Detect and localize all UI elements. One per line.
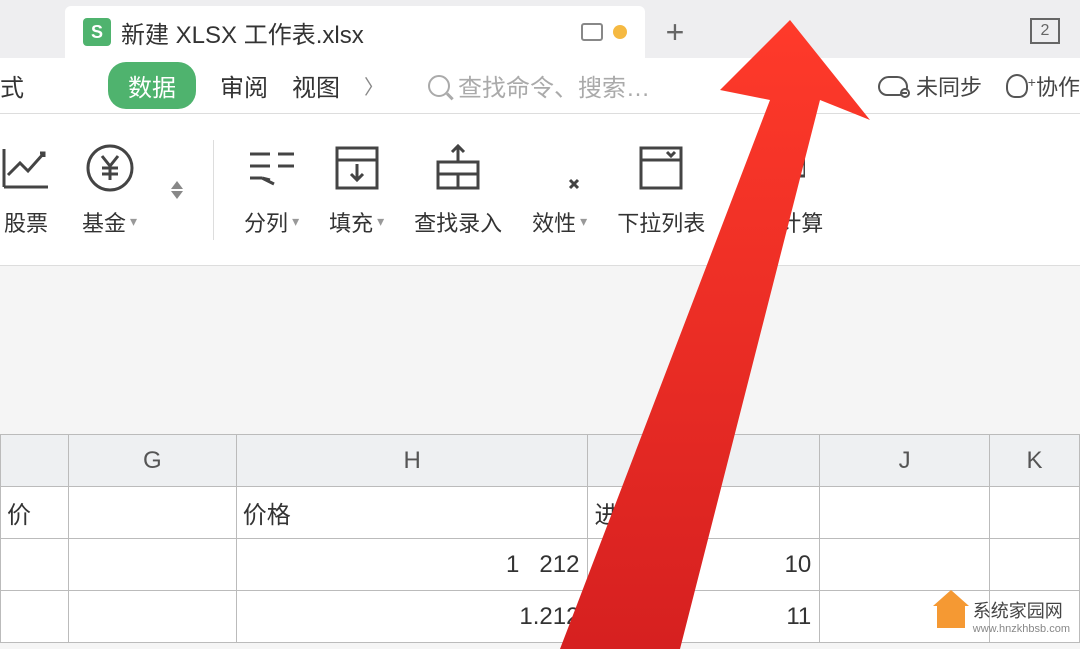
col-header-k[interactable]: K — [990, 435, 1080, 487]
tab-formula[interactable]: 式 — [0, 68, 24, 103]
fund-button[interactable]: 基金▾ — [82, 142, 137, 238]
dropdown-list-button[interactable]: 下拉列表 — [617, 142, 705, 238]
cell[interactable]: 1.212 — [236, 591, 588, 643]
cell[interactable] — [820, 539, 990, 591]
search-placeholder: 查找命令、搜索… — [458, 68, 650, 103]
collaborate-button[interactable]: + 协作 — [1006, 70, 1080, 102]
tab-view[interactable]: 视图 — [292, 68, 340, 103]
spreadsheet-grid[interactable]: G H I J K 价 价格 进货价 1 212 10 1.212 11 — [0, 434, 1080, 643]
spreadsheet-icon: S — [83, 18, 111, 46]
search-input[interactable]: 查找命令、搜索… — [428, 68, 650, 103]
validation-button[interactable]: 效性▾ — [532, 142, 587, 238]
tab-review[interactable]: 审阅 — [220, 68, 268, 103]
cell[interactable]: 价 — [1, 487, 69, 539]
col-header-j[interactable]: J — [820, 435, 990, 487]
text-to-columns-button[interactable]: 分列▾ — [244, 142, 299, 238]
monitor-icon[interactable] — [581, 23, 603, 41]
chevron-right-icon[interactable]: 〉 — [364, 71, 384, 100]
col-header-i[interactable]: I — [588, 435, 820, 487]
cell[interactable] — [68, 539, 236, 591]
cell[interactable]: 11 — [588, 591, 820, 643]
new-tab-button[interactable]: + — [645, 6, 705, 58]
cell[interactable] — [68, 591, 236, 643]
unsaved-dot-icon — [613, 25, 627, 39]
sort-arrows-icon[interactable] — [171, 181, 183, 199]
col-header-g[interactable]: G — [68, 435, 236, 487]
cell[interactable] — [820, 487, 990, 539]
document-tab[interactable]: S 新建 XLSX 工作表.xlsx — [65, 6, 645, 58]
cell[interactable] — [68, 487, 236, 539]
window-count-badge[interactable]: 2 — [1030, 18, 1060, 44]
search-icon — [428, 75, 450, 97]
cell[interactable] — [1, 591, 69, 643]
tab-data[interactable]: 数据 — [108, 62, 196, 109]
cell[interactable] — [1, 539, 69, 591]
separator — [213, 140, 214, 240]
consolidate-button[interactable]: 合并计算 — [735, 142, 823, 238]
cell[interactable]: 进货价 — [588, 487, 820, 539]
person-plus-icon: + — [1006, 74, 1028, 98]
yen-circle-icon — [84, 142, 136, 194]
chart-line-icon — [0, 142, 52, 194]
stock-button[interactable]: 股票 — [0, 142, 52, 238]
cell[interactable]: 10 — [588, 539, 820, 591]
split-columns-icon — [246, 142, 298, 194]
tab-title: 新建 XLSX 工作表.xlsx — [121, 15, 571, 50]
cell[interactable]: 价格 — [236, 487, 588, 539]
col-header-h[interactable]: H — [236, 435, 588, 487]
cell[interactable] — [990, 539, 1080, 591]
cloud-icon — [878, 76, 908, 96]
consolidate-icon — [753, 142, 805, 194]
upload-table-icon — [432, 142, 484, 194]
validation-icon — [534, 142, 586, 194]
cell[interactable] — [990, 487, 1080, 539]
watermark: 系统家园网 www.hnzkhbsb.com — [937, 597, 1070, 635]
fill-down-icon — [331, 142, 383, 194]
sync-status[interactable]: 未同步 — [878, 70, 982, 102]
house-icon — [937, 604, 965, 628]
dropdown-table-icon — [635, 142, 687, 194]
lookup-entry-button[interactable]: 查找录入 — [414, 142, 502, 238]
fill-button[interactable]: 填充▾ — [329, 142, 384, 238]
col-header-partial[interactable] — [1, 435, 69, 487]
cell[interactable]: 1 212 — [236, 539, 588, 591]
